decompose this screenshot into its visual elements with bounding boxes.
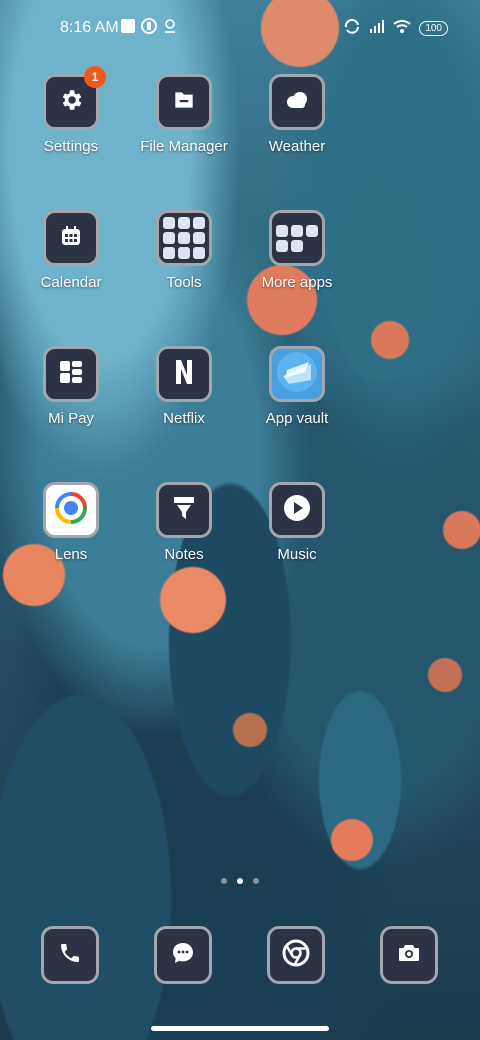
gesture-nav-bar[interactable] xyxy=(151,1026,329,1031)
dock-chrome[interactable] xyxy=(267,926,325,984)
folder-icon xyxy=(171,87,197,118)
mi-pay-tile[interactable] xyxy=(43,346,99,402)
weather-tile[interactable] xyxy=(269,74,325,130)
chrome-tile[interactable] xyxy=(267,926,325,984)
app-label: App vault xyxy=(265,410,329,427)
app-label: Calendar xyxy=(40,274,102,291)
dock-camera[interactable] xyxy=(380,926,438,984)
phone-icon xyxy=(58,941,82,970)
notes-icon xyxy=(172,495,196,526)
signal-icon xyxy=(369,19,385,38)
lens-icon xyxy=(54,491,88,530)
app-mi-pay[interactable]: Mi Pay xyxy=(16,346,126,427)
messages-tile[interactable] xyxy=(154,926,212,984)
tools-folder-tile[interactable] xyxy=(156,210,212,266)
notes-tile[interactable] xyxy=(156,482,212,538)
app-app-vault[interactable]: App vault xyxy=(242,346,352,427)
app-netflix[interactable]: Netflix xyxy=(129,346,239,427)
app-label: Mi Pay xyxy=(48,410,94,427)
folder-tools[interactable]: Tools xyxy=(129,210,239,291)
app-file-manager[interactable]: File Manager xyxy=(129,74,239,155)
page-indicator[interactable] xyxy=(0,878,480,884)
cloud-icon xyxy=(283,90,311,115)
chrome-icon xyxy=(282,939,310,972)
app-label: More apps xyxy=(261,274,333,291)
app-lens[interactable]: Lens xyxy=(16,482,126,563)
app-label: Lens xyxy=(54,546,88,563)
netflix-icon xyxy=(175,359,193,390)
dock-messages[interactable] xyxy=(154,926,212,984)
phone-tile[interactable] xyxy=(41,926,99,984)
app-vault-tile[interactable] xyxy=(269,346,325,402)
app-settings[interactable]: 1 Settings xyxy=(16,66,126,155)
notification-badge: 1 xyxy=(84,66,106,88)
app-notes[interactable]: Notes xyxy=(129,482,239,563)
app-label: Settings xyxy=(43,138,99,155)
mi-pay-icon xyxy=(58,359,84,390)
play-icon xyxy=(283,494,311,527)
folder-grid-icon xyxy=(276,224,318,252)
app-label: File Manager xyxy=(140,138,228,155)
status-bar: 8:16 AM 100 xyxy=(0,0,480,56)
page-dot[interactable] xyxy=(221,878,227,884)
location-icon xyxy=(163,18,177,39)
settings-tile[interactable]: 1 xyxy=(43,66,106,130)
music-tile[interactable] xyxy=(269,482,325,538)
more-apps-folder-tile[interactable] xyxy=(269,210,325,266)
folder-grid-icon xyxy=(163,217,205,259)
square-notification-icon xyxy=(121,19,135,38)
app-music[interactable]: Music xyxy=(242,482,352,563)
lens-tile[interactable] xyxy=(43,482,99,538)
calendar-icon xyxy=(59,224,83,253)
page-dot-current[interactable] xyxy=(237,878,243,884)
gear-icon xyxy=(58,87,84,118)
folder-more-apps[interactable]: More apps xyxy=(242,210,352,291)
file-manager-tile[interactable] xyxy=(156,74,212,130)
wifi-icon xyxy=(393,19,411,38)
netflix-tile[interactable] xyxy=(156,346,212,402)
dock-phone[interactable] xyxy=(41,926,99,984)
status-time: 8:16 AM xyxy=(60,19,119,36)
app-label: Tools xyxy=(166,274,202,291)
app-calendar[interactable]: Calendar xyxy=(16,210,126,291)
app-label: Notes xyxy=(164,546,204,563)
page-dot[interactable] xyxy=(253,878,259,884)
camera-icon xyxy=(397,942,421,969)
sync-icon xyxy=(343,18,361,39)
app-label: Weather xyxy=(268,138,326,155)
message-icon xyxy=(170,940,196,971)
app-weather[interactable]: Weather xyxy=(242,74,352,155)
camera-tile[interactable] xyxy=(380,926,438,984)
app-label: Netflix xyxy=(163,410,205,427)
app-vault-icon xyxy=(275,350,319,399)
calendar-tile[interactable] xyxy=(43,210,99,266)
battery-icon: 100 xyxy=(419,21,448,36)
app-notification-icon xyxy=(141,18,157,39)
app-label: Music xyxy=(277,546,317,563)
